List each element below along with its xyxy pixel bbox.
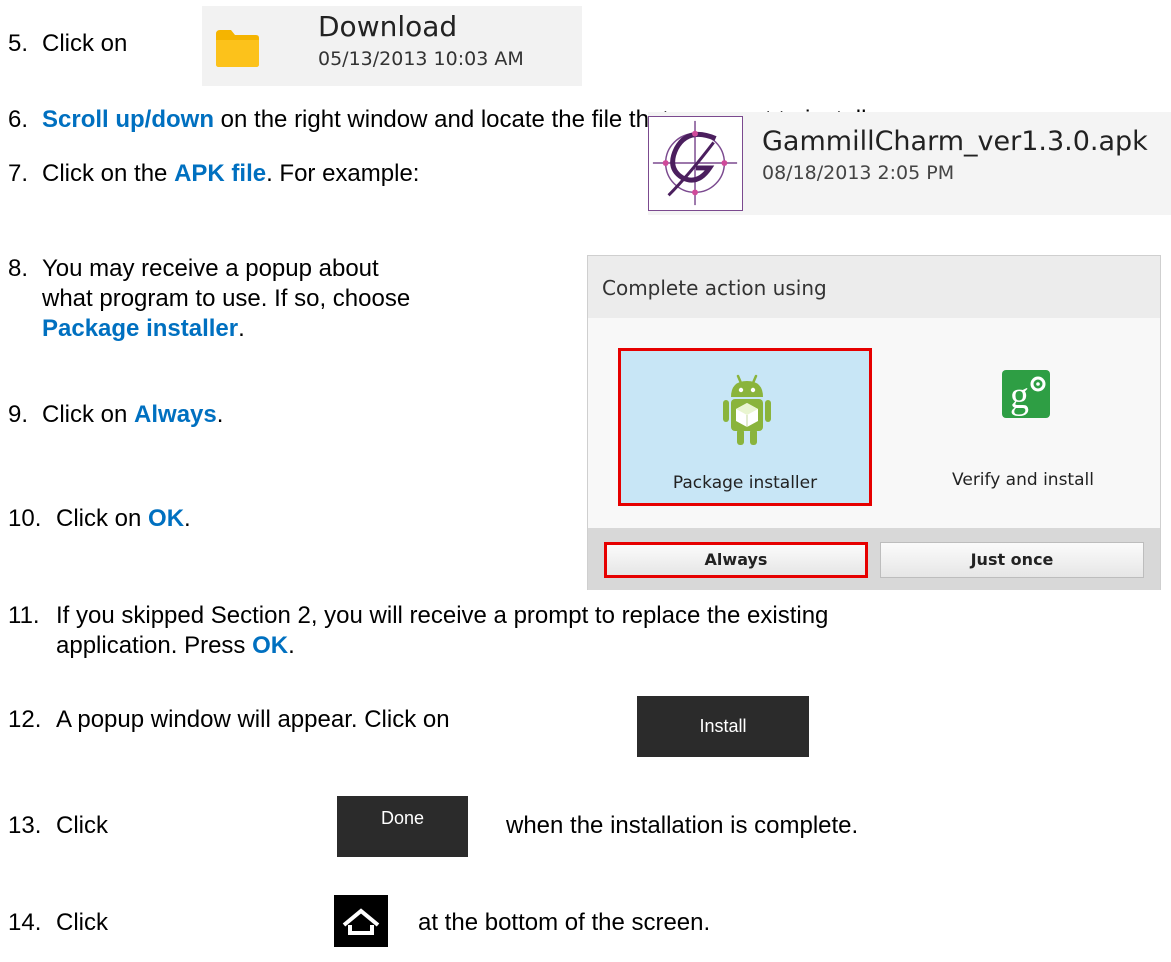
step-13: 13. Click when the installation is compl… [8, 811, 858, 841]
option-package-installer[interactable]: Package installer [618, 348, 872, 506]
step-6: 6. Scroll up/down on the right window an… [8, 105, 873, 135]
step-text: Click on the [42, 160, 175, 187]
always-button[interactable]: Always [604, 542, 868, 578]
dialog-button-bar: Always Just once [588, 528, 1160, 590]
step-text: application. Press [56, 632, 253, 659]
android-package-icon [723, 374, 771, 445]
option-label: Verify and install [952, 470, 1094, 490]
step-text: Click [56, 812, 108, 839]
step-text: . [238, 315, 245, 342]
step-12: 12. A popup window will appear. Click on [8, 705, 450, 735]
gammill-logo [648, 116, 743, 211]
highlight-text: Always [134, 401, 217, 428]
step-number: 7. [8, 160, 29, 187]
folder-date: 05/13/2013 10:03 AM [318, 48, 524, 70]
step-text: If you skipped Section 2, you will recei… [56, 602, 829, 629]
step-number: 10. [8, 505, 42, 532]
dialog-title: Complete action using [602, 276, 827, 300]
step-text: what program to use. If so, choose [42, 285, 411, 312]
step-text: . [184, 505, 191, 532]
step-text: . [288, 632, 295, 659]
step-9: 9. Click on Always. [8, 400, 223, 430]
step-text: Click on [56, 505, 149, 532]
step-text: Click on [42, 401, 135, 428]
step-5: 5. Click on [8, 29, 127, 59]
step-text: A popup window will appear. Click on [56, 706, 450, 733]
step-number: 6. [8, 106, 29, 133]
done-button[interactable]: Done [337, 796, 468, 857]
apk-file-name: GammillCharm_ver1.3.0.apk [762, 126, 1148, 157]
step-10: 10. Click on OK. [8, 504, 191, 534]
step-number: 13. [8, 812, 42, 839]
option-verify-and-install[interactable]: g Verify and install [898, 348, 1148, 506]
complete-action-dialog: Complete action using Package installer [587, 255, 1161, 590]
highlight-text: Scroll up/down [42, 106, 214, 133]
apk-file-date: 08/18/2013 2:05 PM [762, 162, 955, 184]
step-text: You may receive a popup about [42, 255, 379, 282]
folder-icon [216, 30, 259, 67]
just-once-button[interactable]: Just once [880, 542, 1144, 578]
highlight-text: OK [148, 505, 185, 532]
folder-name: Download [318, 10, 458, 43]
highlight-text: Package installer [42, 315, 239, 342]
step-number: 12. [8, 706, 42, 733]
highlight-text: OK [252, 632, 289, 659]
step-text: Click [56, 909, 108, 936]
step-text: when the installation is complete. [506, 812, 859, 839]
apk-file-item[interactable]: GammillCharm_ver1.3.0.apk 08/18/2013 2:0… [648, 112, 1171, 215]
step-number: 9. [8, 401, 29, 428]
step-text: Click on [42, 30, 128, 57]
step-text: . For example: [266, 160, 420, 187]
home-button[interactable] [334, 895, 388, 947]
step-number: 8. [8, 255, 29, 282]
dialog-options: Package installer g Verify and install [588, 318, 1160, 529]
step-11: 11. If you skipped Section 2, you will r… [8, 601, 828, 659]
step-8: 8. You may receive a popup about what pr… [8, 254, 410, 342]
dialog-title-bar: Complete action using [588, 256, 1160, 319]
home-icon [342, 908, 380, 935]
option-label: Package installer [672, 473, 818, 493]
download-folder-item[interactable]: Download 05/13/2013 10:03 AM [202, 6, 582, 86]
install-button[interactable]: Install [637, 696, 809, 757]
svg-text:g: g [1010, 375, 1029, 417]
highlight-text: APK file [174, 160, 267, 187]
step-7: 7. Click on the APK file. For example: [8, 159, 419, 189]
step-text: . [216, 401, 224, 428]
step-text: at the bottom of the screen. [418, 909, 711, 936]
step-number: 5. [8, 30, 29, 57]
step-number: 14. [8, 909, 42, 936]
google-verify-icon: g [1002, 370, 1050, 418]
step-14: 14. Click at the bottom of the screen. [8, 908, 710, 938]
step-number: 11. [8, 602, 40, 629]
